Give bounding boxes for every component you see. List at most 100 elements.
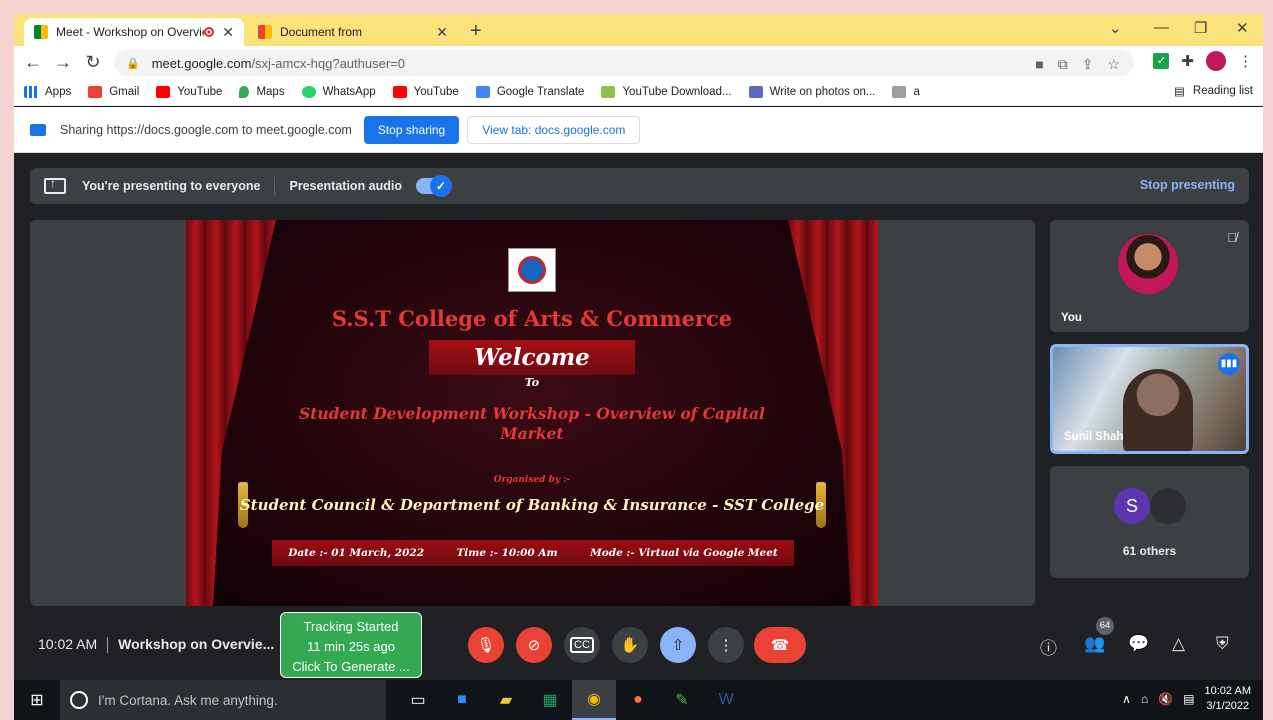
excel-app-icon[interactable]: ▦ — [528, 680, 572, 720]
network-icon[interactable]: ⌂ — [1141, 692, 1148, 706]
pen-app-icon[interactable]: ✎ — [660, 680, 704, 720]
participant-tile-you[interactable]: 🎙̸ You — [1050, 220, 1249, 332]
zoom-app-icon[interactable]: ■ — [440, 680, 484, 720]
bookmark-a[interactable]: a — [892, 85, 920, 98]
others-count: 61 others — [1122, 544, 1177, 558]
tab-document[interactable]: Document from ✕ — [248, 18, 458, 46]
camera-icon[interactable]: ■ — [1035, 56, 1043, 73]
attendance-tracker-button[interactable]: Tracking Started 11 min 25s ago Click To… — [280, 612, 422, 678]
meeting-time: 10:02 AM — [38, 636, 98, 652]
profile-avatar[interactable] — [1206, 51, 1226, 71]
host-controls-icon[interactable]: ⛨ — [1216, 634, 1229, 654]
tab-strip: Meet - Workshop on Overvie ✕ Document fr… — [14, 14, 1263, 46]
restore-icon[interactable]: ❐ — [1194, 19, 1207, 37]
presentation-audio-toggle[interactable]: ✓ — [416, 175, 453, 197]
bookmarks-bar: Apps Gmail YouTube Maps WhatsApp YouTube… — [14, 78, 1263, 106]
browser-window: Meet - Workshop on Overvie ✕ Document fr… — [14, 14, 1263, 680]
close-tab-icon[interactable]: ✕ — [436, 24, 448, 41]
avatar: S — [1114, 488, 1150, 524]
slide-workshop-title: Student Development Workshop - Overview … — [299, 404, 765, 443]
system-clock[interactable]: 10:02 AM 3/1/2022 — [1205, 684, 1251, 714]
task-view-icon[interactable]: ▭ — [396, 680, 440, 720]
participant-tile-speaker[interactable]: ▮▮▮ Sunil Shah — [1050, 344, 1249, 454]
participant-tile-others[interactable]: S 61 others — [1050, 466, 1249, 578]
sharing-text: Sharing https://docs.google.com to meet.… — [60, 122, 352, 137]
whatsapp-icon — [301, 85, 316, 98]
slide-time: Time :- 10:00 Am — [456, 547, 558, 559]
extension-check-icon[interactable]: ✓ — [1153, 53, 1170, 69]
gmail-icon — [258, 25, 272, 39]
new-tab-icon[interactable]: + — [470, 20, 482, 43]
forward-icon[interactable]: → — [48, 52, 78, 73]
hand-icon: ✋ — [620, 637, 640, 654]
volume-muted-icon[interactable]: 🔇 — [1158, 692, 1173, 706]
file-explorer-icon[interactable]: ▰ — [484, 680, 528, 720]
back-icon[interactable]: ← — [18, 52, 48, 73]
firefox-app-icon[interactable]: ● — [616, 680, 660, 720]
captions-icon: CC — [570, 637, 594, 653]
extensions-icon[interactable]: ✚ — [1181, 52, 1194, 70]
close-window-icon[interactable]: ✕ — [1236, 19, 1249, 37]
raise-hand-button[interactable]: ✋ — [612, 627, 648, 663]
more-options-button[interactable]: ⋮ — [708, 627, 744, 663]
people-icon[interactable]: 👥 — [1084, 634, 1105, 654]
tracker-action: Click To Generate ... — [292, 659, 410, 674]
clock-time: 10:02 AM — [1204, 685, 1251, 697]
doc-icon — [892, 85, 907, 98]
bookmark-gmail[interactable]: Gmail — [88, 85, 139, 98]
mic-toggle-button[interactable]: 🎙 — [468, 627, 504, 663]
reading-list-button[interactable]: ▤ Reading list — [1174, 84, 1253, 98]
translate-icon — [475, 85, 490, 98]
tab-search-icon[interactable]: ⌄ — [1109, 19, 1122, 37]
bookmark-write-on-photos[interactable]: Write on photos on... — [748, 85, 875, 98]
tab-meet[interactable]: Meet - Workshop on Overvie ✕ — [24, 18, 244, 46]
photo-icon — [748, 85, 763, 98]
lock-icon: 🔒 — [126, 57, 140, 70]
cast-icon — [30, 123, 46, 136]
reload-icon[interactable]: ↻ — [78, 52, 108, 73]
presentation-slide: S.S.T College of Arts & Commerce Welcome… — [186, 220, 878, 606]
toolbar-right: ✓ ✚ ⋮ — [1153, 51, 1253, 71]
bookmark-maps[interactable]: Maps — [239, 85, 285, 98]
view-tab-button[interactable]: View tab: docs.google.com — [467, 115, 641, 144]
bookmark-youtube-download[interactable]: YouTube Download... — [601, 85, 732, 98]
bookmark-whatsapp[interactable]: WhatsApp — [301, 85, 376, 98]
camera-toggle-button[interactable]: ⊘ — [516, 627, 552, 663]
activities-icon[interactable]: △ — [1172, 634, 1185, 654]
stop-sharing-button[interactable]: Stop sharing — [363, 115, 460, 144]
notifications-icon[interactable]: ▤ — [1183, 692, 1194, 706]
chat-icon[interactable]: 💬 — [1128, 634, 1149, 654]
chrome-app-icon[interactable]: ◉ — [572, 680, 616, 720]
present-button[interactable]: ⇧ — [660, 627, 696, 663]
omnibox-icons: ■ ⧉ ⇪ ☆ — [1035, 56, 1120, 73]
captions-button[interactable]: CC — [564, 627, 600, 663]
word-app-icon[interactable]: W — [704, 680, 748, 720]
cortana-search-box[interactable]: I'm Cortana. Ask me anything. — [60, 680, 386, 720]
leave-call-button[interactable]: ☎ — [754, 627, 806, 663]
share-icon[interactable]: ⇪ — [1082, 56, 1094, 73]
close-tab-icon[interactable]: ✕ — [222, 24, 234, 41]
meeting-info-icon[interactable]: ⓘ — [1040, 634, 1057, 659]
menu-kebab-icon[interactable]: ⋮ — [1238, 52, 1253, 70]
participant-count-badge: 64 — [1096, 617, 1114, 635]
bookmark-youtube[interactable]: YouTube — [156, 85, 222, 98]
curtain-left — [186, 220, 276, 606]
presenting-bar: You're presenting to everyone Presentati… — [30, 168, 1249, 204]
meeting-name: Workshop on Overvie... — [118, 636, 275, 652]
meet-icon — [34, 25, 48, 39]
address-bar[interactable]: 🔒 meet.google.com/sxj-amcx-hqg?authuser=… — [114, 50, 1134, 76]
open-in-new-icon[interactable]: ⧉ — [1058, 56, 1068, 73]
minimize-icon[interactable]: — — [1154, 19, 1169, 36]
bookmark-star-icon[interactable]: ☆ — [1107, 56, 1120, 73]
stop-presenting-button[interactable]: Stop presenting — [1140, 178, 1235, 192]
slide-date: Date :- 01 March, 2022 — [288, 547, 425, 559]
meet-control-bar: 10:02 AM Workshop on Overvie... Tracking … — [14, 612, 1263, 678]
windows-start-icon[interactable]: ⊞ — [14, 690, 60, 710]
bookmark-google-translate[interactable]: Google Translate — [475, 85, 584, 98]
youtube-icon — [156, 85, 171, 98]
slide-organiser: Student Council & Department of Banking … — [239, 496, 825, 514]
avatar — [1118, 234, 1178, 294]
tray-overflow-icon[interactable]: ∧ — [1122, 692, 1131, 706]
bookmark-apps[interactable]: Apps — [24, 85, 71, 98]
bookmark-youtube-2[interactable]: YouTube — [392, 85, 459, 98]
